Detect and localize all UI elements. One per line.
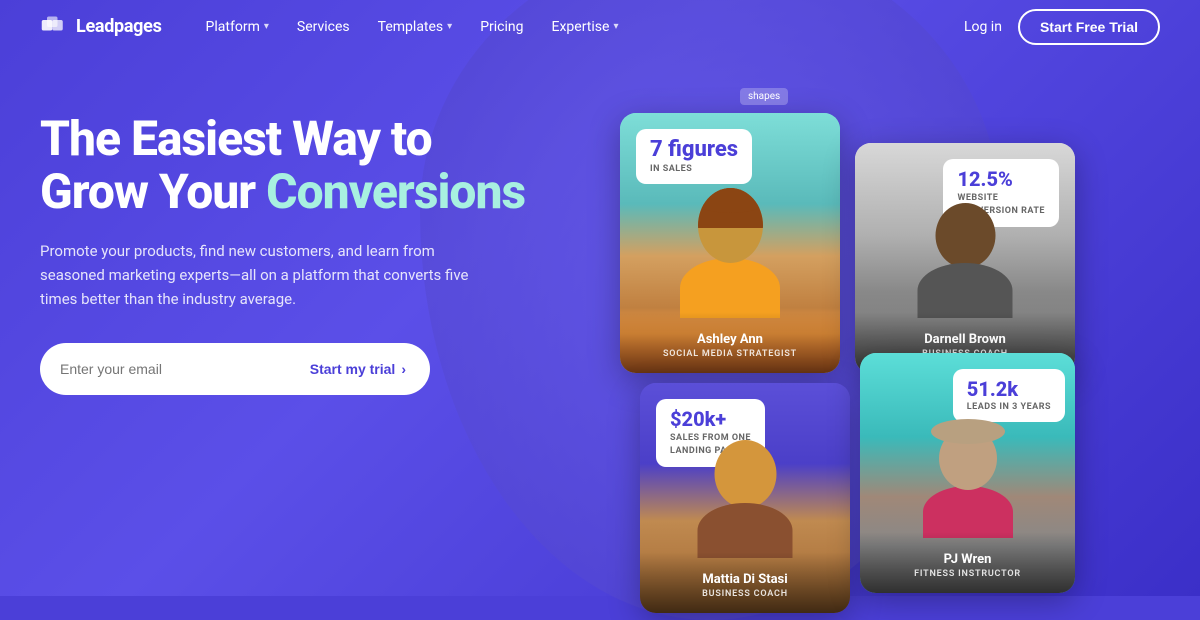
pj-stat-label: LEADS IN 3 YEARS <box>967 402 1051 412</box>
hero-section: The Easiest Way to Grow Your Conversions… <box>0 53 1200 596</box>
arrow-icon: › <box>401 361 406 377</box>
mattia-stat-value: $20k+ <box>670 409 751 429</box>
templates-chevron-icon: ▾ <box>447 21 452 32</box>
hero-subtext: Promote your products, find new customer… <box>40 239 480 311</box>
logo[interactable]: Leadpages <box>40 13 162 41</box>
mattia-silhouette <box>698 440 793 558</box>
email-form: Start my trial › <box>40 343 430 395</box>
nav-services[interactable]: Services <box>285 13 362 41</box>
login-link[interactable]: Log in <box>964 19 1002 35</box>
card-ashley: 7 figures IN SALES Ashley Ann SOCIAL MED… <box>620 113 840 373</box>
email-input[interactable] <box>60 361 290 377</box>
shapes-badge: shapes <box>740 88 788 105</box>
nav-right: Log in Start Free Trial <box>964 9 1160 45</box>
ashley-stat: 7 figures IN SALES <box>636 129 752 184</box>
ashley-stat-label: IN SALES <box>650 164 738 174</box>
mattia-overlay: Mattia Di Stasi BUSINESS COACH <box>640 552 850 613</box>
darnell-stat-value: 12.5% <box>957 169 1045 189</box>
ashley-stat-value: 7 figures <box>650 139 738 161</box>
pj-silhouette <box>923 427 1013 538</box>
mattia-role: BUSINESS COACH <box>652 589 838 599</box>
hero-left: The Easiest Way to Grow Your Conversions… <box>40 93 560 395</box>
platform-chevron-icon: ▾ <box>264 21 269 32</box>
ashley-name: Ashley Ann <box>632 332 828 347</box>
ashley-overlay: Ashley Ann SOCIAL MEDIA STRATEGIST <box>620 312 840 373</box>
navbar: Leadpages Platform ▾ Services Templates … <box>0 0 1200 53</box>
pj-stat-value: 51.2k <box>967 379 1051 399</box>
logo-icon <box>40 13 68 41</box>
nav-expertise[interactable]: Expertise ▾ <box>540 13 631 41</box>
expertise-chevron-icon: ▾ <box>613 21 618 32</box>
pj-name: PJ Wren <box>872 552 1063 567</box>
card-pj: 51.2k LEADS IN 3 YEARS PJ Wren FITNESS I… <box>860 353 1075 593</box>
nav-pricing[interactable]: Pricing <box>468 13 535 41</box>
start-free-trial-button[interactable]: Start Free Trial <box>1018 9 1160 45</box>
ashley-role: SOCIAL MEDIA STRATEGIST <box>632 349 828 359</box>
nav-platform[interactable]: Platform ▾ <box>194 13 281 41</box>
darnell-silhouette <box>918 203 1013 318</box>
pj-role: FITNESS INSTRUCTOR <box>872 569 1063 579</box>
mattia-name: Mattia Di Stasi <box>652 572 838 587</box>
hero-right: shapes 7 figures IN SALES Ashley Ann <box>600 83 1160 583</box>
nav-templates[interactable]: Templates ▾ <box>366 13 465 41</box>
card-mattia: $20k+ SALES FROM ONELANDING PAGE Mattia … <box>640 383 850 613</box>
pj-overlay: PJ Wren FITNESS INSTRUCTOR <box>860 532 1075 593</box>
card-darnell: 12.5% WEBSITECONVERSION RATE Darnell Bro… <box>855 143 1075 373</box>
nav-links: Platform ▾ Services Templates ▾ Pricing … <box>194 13 964 41</box>
pj-stat: 51.2k LEADS IN 3 YEARS <box>953 369 1065 422</box>
start-trial-button[interactable]: Start my trial › <box>290 351 426 387</box>
ashley-silhouette <box>680 188 780 318</box>
hero-headline: The Easiest Way to Grow Your Conversions <box>40 113 560 219</box>
darnell-name: Darnell Brown <box>867 332 1063 347</box>
logo-text: Leadpages <box>76 16 162 37</box>
